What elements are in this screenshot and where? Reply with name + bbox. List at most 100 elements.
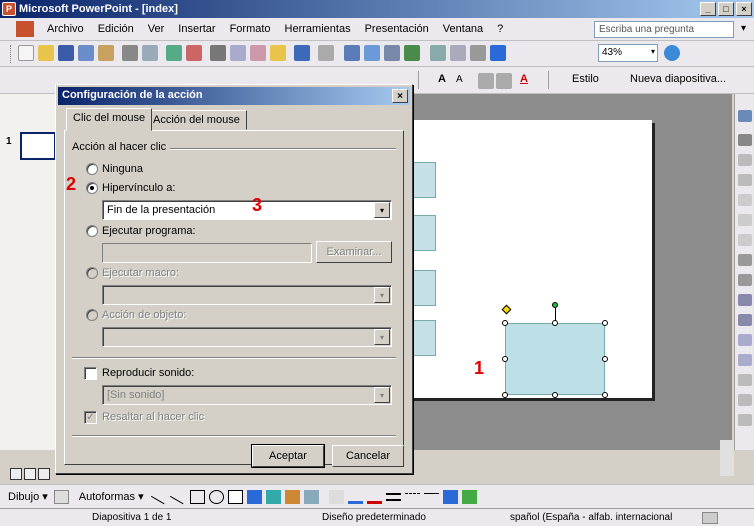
minimize-button[interactable]: _ bbox=[700, 2, 716, 16]
resize-handle[interactable] bbox=[502, 356, 508, 362]
fill-color-icon[interactable] bbox=[328, 489, 344, 504]
task-icon[interactable] bbox=[738, 214, 752, 226]
slide-thumbnail[interactable] bbox=[20, 132, 56, 160]
select-pointer-icon[interactable] bbox=[53, 489, 69, 504]
macro-select[interactable]: ▾ bbox=[102, 285, 392, 305]
decrease-indent-icon[interactable] bbox=[478, 73, 494, 89]
menu-herramientas[interactable]: Herramientas bbox=[278, 23, 358, 35]
new-icon[interactable] bbox=[18, 45, 34, 61]
cancel-button[interactable]: Cancelar bbox=[332, 445, 404, 467]
ask-question-input[interactable]: Escriba una pregunta bbox=[594, 21, 734, 38]
paste-icon[interactable] bbox=[250, 45, 266, 61]
resize-handle[interactable] bbox=[602, 356, 608, 362]
task-icon[interactable] bbox=[738, 354, 752, 366]
task-icon[interactable] bbox=[738, 254, 752, 266]
grid-icon[interactable] bbox=[470, 45, 486, 61]
line-icon[interactable] bbox=[150, 489, 168, 504]
draw-menu-button[interactable]: Dibujo ▾ bbox=[8, 490, 48, 503]
wordart-icon[interactable] bbox=[246, 489, 262, 504]
rotation-handle[interactable] bbox=[552, 302, 558, 308]
vertical-scrollbar[interactable] bbox=[720, 440, 734, 476]
resize-handle[interactable] bbox=[552, 392, 558, 398]
task-icon[interactable] bbox=[738, 394, 752, 406]
menu-ventana[interactable]: Ventana bbox=[436, 23, 490, 35]
copy-icon[interactable] bbox=[230, 45, 246, 61]
textbox-icon[interactable] bbox=[227, 489, 243, 504]
show-formatting-icon[interactable] bbox=[450, 45, 466, 61]
font-color-button[interactable]: A bbox=[520, 73, 528, 85]
task-icon[interactable] bbox=[738, 174, 752, 186]
email-icon[interactable] bbox=[98, 45, 114, 61]
menu-help[interactable]: ? bbox=[490, 23, 510, 35]
task-icon[interactable] bbox=[738, 294, 752, 306]
research-icon[interactable] bbox=[186, 45, 202, 61]
task-icon[interactable] bbox=[738, 314, 752, 326]
hyperlink-select[interactable]: Fin de la presentación ▾ bbox=[102, 200, 392, 220]
sound-dropdown-icon[interactable]: ▾ bbox=[374, 387, 390, 403]
maximize-button[interactable]: □ bbox=[718, 2, 734, 16]
hyperlink-icon[interactable] bbox=[404, 45, 420, 61]
browse-button[interactable]: Examinar... bbox=[316, 241, 392, 263]
macro-dropdown-icon[interactable]: ▾ bbox=[374, 287, 390, 303]
print-preview-icon[interactable] bbox=[142, 45, 158, 61]
toolbar-grip[interactable] bbox=[10, 45, 13, 63]
tab-mouse-click[interactable]: Clic del mouse bbox=[66, 108, 153, 131]
grow-font-button[interactable]: A bbox=[438, 73, 446, 85]
radio-none-label[interactable]: Ninguna bbox=[102, 163, 143, 175]
resize-handle[interactable] bbox=[602, 320, 608, 326]
resize-handle[interactable] bbox=[502, 320, 508, 326]
task-icon[interactable] bbox=[738, 334, 752, 346]
task-icon[interactable] bbox=[738, 110, 752, 122]
task-icon[interactable] bbox=[738, 194, 752, 206]
radio-hyperlink-label[interactable]: Hipervínculo a: bbox=[102, 182, 175, 194]
shrink-font-button[interactable]: A bbox=[456, 74, 463, 85]
resize-handle[interactable] bbox=[502, 392, 508, 398]
task-icon[interactable] bbox=[738, 414, 752, 426]
new-slide-button[interactable]: Nueva diapositiva... bbox=[630, 73, 726, 85]
radio-run-program[interactable] bbox=[86, 225, 98, 237]
highlight-click-checkbox[interactable]: ✓ bbox=[84, 411, 97, 424]
print-icon[interactable] bbox=[122, 45, 138, 61]
help-icon[interactable] bbox=[664, 45, 680, 61]
shadow-icon[interactable] bbox=[442, 489, 458, 504]
ask-dropdown-icon[interactable]: ▾ bbox=[741, 23, 746, 34]
object-action-dropdown-icon[interactable]: ▾ bbox=[374, 329, 390, 345]
color-grayscale-icon[interactable] bbox=[490, 45, 506, 61]
menu-ver[interactable]: Ver bbox=[141, 23, 172, 35]
dialog-close-button[interactable]: × bbox=[392, 89, 408, 103]
clipart-icon[interactable] bbox=[284, 489, 300, 504]
expand-icon[interactable] bbox=[430, 45, 446, 61]
dash-style-icon[interactable] bbox=[404, 492, 420, 501]
font-color-icon[interactable] bbox=[366, 490, 382, 504]
arrow-icon[interactable] bbox=[169, 489, 187, 504]
play-sound-checkbox[interactable] bbox=[84, 367, 97, 380]
rectangle-icon[interactable] bbox=[189, 489, 205, 504]
diagram-icon[interactable] bbox=[265, 489, 281, 504]
task-icon[interactable] bbox=[738, 134, 752, 146]
radio-run-program-label[interactable]: Ejecutar programa: bbox=[102, 225, 196, 237]
task-icon[interactable] bbox=[738, 374, 752, 386]
play-sound-label[interactable]: Reproducir sonido: bbox=[102, 367, 194, 379]
program-path-field[interactable] bbox=[102, 243, 312, 263]
open-folder-icon[interactable] bbox=[38, 45, 54, 61]
normal-view-icon[interactable] bbox=[10, 468, 22, 480]
ok-button[interactable]: Aceptar bbox=[251, 444, 325, 468]
3d-icon[interactable] bbox=[461, 489, 477, 504]
menu-insertar[interactable]: Insertar bbox=[171, 23, 222, 35]
task-icon[interactable] bbox=[738, 234, 752, 246]
picture-icon[interactable] bbox=[303, 489, 319, 504]
zoom-dropdown-icon[interactable]: ▾ bbox=[651, 47, 655, 56]
sorter-view-icon[interactable] bbox=[24, 468, 36, 480]
resize-handle[interactable] bbox=[602, 392, 608, 398]
close-window-button[interactable]: × bbox=[736, 2, 752, 16]
menu-presentacion[interactable]: Presentación bbox=[358, 23, 436, 35]
format-painter-icon[interactable] bbox=[270, 45, 286, 61]
oval-icon[interactable] bbox=[208, 489, 224, 504]
sound-select[interactable]: [Sin sonido] ▾ bbox=[102, 385, 392, 405]
spelling-status-icon[interactable] bbox=[702, 512, 718, 524]
radio-hyperlink[interactable] bbox=[86, 182, 98, 194]
tab-mouse-over[interactable]: Acción del mouse bbox=[146, 110, 247, 130]
task-icon[interactable] bbox=[738, 274, 752, 286]
menu-archivo[interactable]: Archivo bbox=[40, 23, 91, 35]
radio-run-macro[interactable] bbox=[86, 267, 98, 279]
